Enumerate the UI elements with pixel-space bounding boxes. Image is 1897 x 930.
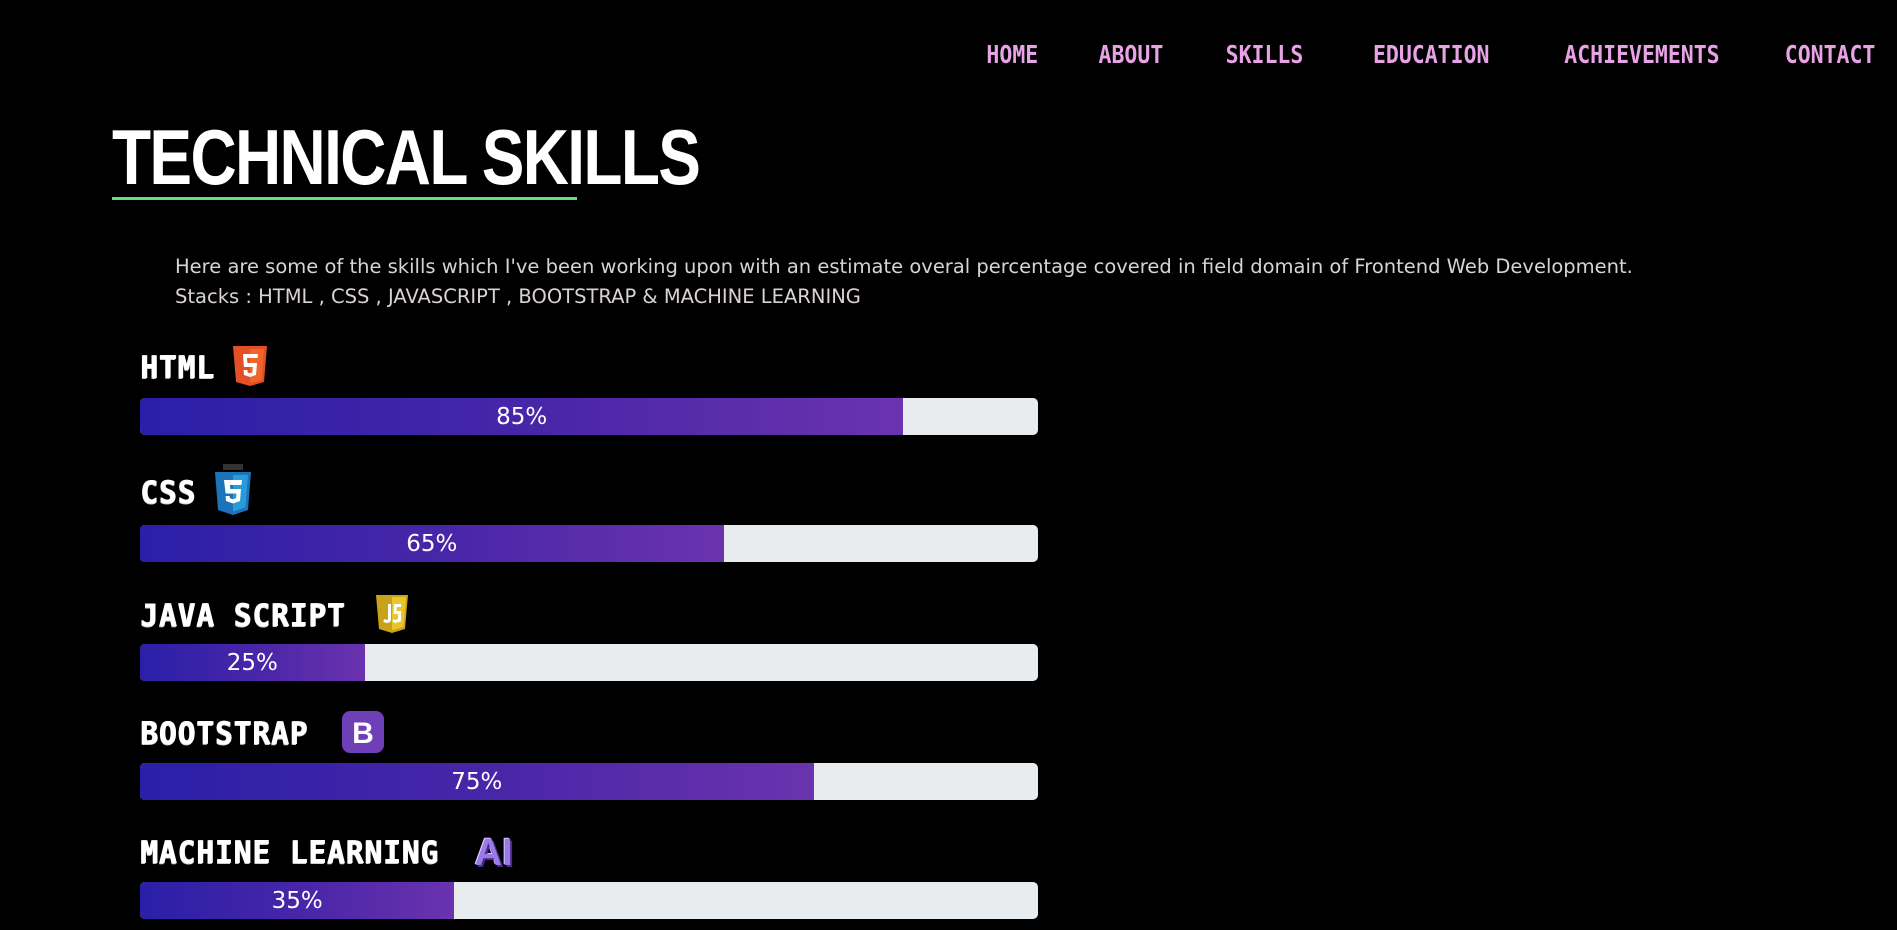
skill-header: HTML: [140, 346, 1038, 390]
javascript-icon: [374, 593, 410, 639]
top-nav: HOME ABOUT SKILLS EDUCATION ACHIEVEMENTS…: [928, 40, 1875, 69]
skill-bootstrap: BOOTSTRAP B 75%: [140, 710, 1038, 800]
svg-text:B: B: [352, 717, 374, 750]
progress-bar: 75%: [140, 763, 1038, 800]
skill-name: JAVA SCRIPT: [140, 598, 346, 634]
skill-header: JAVA SCRIPT: [140, 594, 1038, 638]
progress-bar: 25%: [140, 644, 1038, 681]
progress-bar: 35%: [140, 882, 1038, 919]
skill-header: MACHINE LEARNING AI: [140, 831, 1038, 875]
nav-skills[interactable]: SKILLS: [1226, 40, 1304, 69]
progress-fill: 65%: [140, 525, 724, 562]
skill-machine-learning: MACHINE LEARNING AI 35%: [140, 831, 1038, 919]
skill-header: CSS: [140, 464, 1038, 515]
skills-page: HOME ABOUT SKILLS EDUCATION ACHIEVEMENTS…: [0, 0, 1897, 930]
description-line-2: Stacks : HTML , CSS , JAVASCRIPT , BOOTS…: [175, 285, 861, 308]
progress-fill: 25%: [140, 644, 365, 681]
progress-label: 75%: [451, 768, 503, 795]
progress-fill: 75%: [140, 763, 814, 800]
progress-label: 65%: [406, 530, 458, 557]
nav-contact[interactable]: CONTACT: [1784, 40, 1875, 69]
progress-label: 25%: [226, 649, 278, 676]
skill-name: BOOTSTRAP: [140, 716, 309, 752]
ai-icon-text: AI: [474, 831, 513, 874]
progress-fill: 35%: [140, 882, 455, 919]
nav-education[interactable]: EDUCATION: [1373, 40, 1490, 69]
skill-html: HTML 85%: [140, 346, 1038, 435]
ai-icon: AI: [475, 832, 513, 875]
description-line-1: Here are some of the skills which I've b…: [175, 255, 1633, 278]
progress-label: 35%: [271, 887, 323, 914]
progress-bar: 65%: [140, 525, 1038, 562]
nav-achievements[interactable]: ACHIEVEMENTS: [1564, 40, 1719, 69]
progress-bar: 85%: [140, 398, 1038, 435]
section-title: TECHNICAL SKILLS: [112, 113, 701, 201]
title-underline: [112, 197, 577, 200]
skill-css: CSS 65%: [140, 464, 1038, 562]
nav-about[interactable]: ABOUT: [1099, 40, 1164, 69]
skill-name: MACHINE LEARNING: [140, 835, 439, 871]
progress-label: 85%: [496, 403, 548, 430]
progress-fill: 85%: [140, 398, 904, 435]
section-description: Here are some of the skills which I've b…: [175, 252, 1633, 312]
html5-icon: [231, 344, 269, 392]
skill-header: BOOTSTRAP B: [140, 710, 1038, 758]
skill-name: CSS: [140, 475, 197, 511]
nav-home[interactable]: HOME: [986, 40, 1038, 69]
skill-name: HTML: [140, 350, 215, 386]
css3-icon: [213, 464, 253, 522]
bootstrap-icon: B: [341, 710, 385, 758]
skill-javascript: JAVA SCRIPT 25%: [140, 594, 1038, 681]
